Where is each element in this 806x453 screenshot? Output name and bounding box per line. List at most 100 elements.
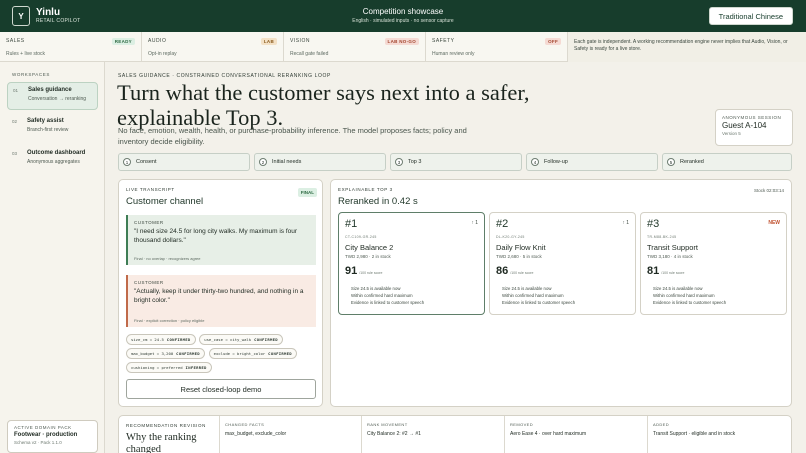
product-price: TWD 3,180 · 4 in stock bbox=[647, 254, 693, 259]
session-id: Guest A-104 bbox=[722, 121, 767, 130]
step-follow-up[interactable]: 4 Follow-up bbox=[526, 153, 658, 171]
sidebar-item-outcome-dashboard[interactable]: 03 Outcome dashboard Anonymous aggregate… bbox=[7, 146, 98, 174]
product-sku: DL-K20-GY-245 bbox=[496, 235, 525, 239]
chip-state: CONFIRMED bbox=[268, 351, 292, 356]
chip-state: CONFIRMED bbox=[176, 351, 200, 356]
chip-state: INFERRED bbox=[185, 365, 207, 370]
product-reasons: Size 24.5 is available now Within confir… bbox=[502, 285, 575, 306]
score-suffix: /100 rule score bbox=[510, 271, 534, 275]
reason-item: Within confirmed hard maximum bbox=[653, 293, 715, 298]
step-label: Follow-up bbox=[544, 159, 568, 165]
top3-title: Reranked in 0.42 s bbox=[338, 196, 418, 207]
revision-kicker: RECOMMENDATION REVISION bbox=[126, 423, 206, 428]
product-card[interactable]: #3 NEW TR-M88-BK-245 Transit Support TWD… bbox=[640, 212, 787, 315]
chip-fact: use_case = city_walk bbox=[204, 337, 252, 342]
fact-chip: exclude = bright_color CONFIRMED bbox=[208, 348, 297, 359]
revision-col-label: CHANGED FACTS bbox=[225, 422, 265, 427]
reason-item: Within confirmed hard maximum bbox=[351, 293, 413, 298]
product-reasons: Size 24.5 is available now Within confir… bbox=[653, 285, 726, 306]
nav-title: Safety assist bbox=[27, 118, 64, 124]
product-score: 81/100 rule score bbox=[647, 265, 684, 277]
nav-subtitle: Conversation → reranking bbox=[28, 96, 87, 102]
status-vision: VISION Recall gate failed LAB NO-GO bbox=[284, 32, 426, 62]
sidebar-item-sales-guidance[interactable]: 01 Sales guidance Conversation → reranki… bbox=[7, 82, 98, 110]
step-number: 1 bbox=[123, 158, 131, 166]
rank-up-indicator: ↑ 1 bbox=[622, 220, 629, 226]
message-speaker: CUSTOMER bbox=[134, 280, 164, 285]
product-rank: #2 bbox=[496, 218, 509, 230]
gate-note: Each gate is independent. A working reco… bbox=[568, 32, 806, 62]
pack-version: Schema v2 · Pack 1.1.0 bbox=[14, 440, 62, 445]
session-version: Version 5 bbox=[722, 131, 741, 136]
stock-timestamp: Stock 02:03:14 bbox=[753, 188, 784, 193]
top3-card: EXPLAINABLE TOP 3 Reranked in 0.42 s Sto… bbox=[330, 179, 792, 407]
product-rank: #1 bbox=[345, 218, 358, 230]
top-bar: Y Yinlu RETAIL COPILOT Competition showc… bbox=[0, 0, 806, 32]
nav-number: 01 bbox=[13, 88, 19, 93]
hero-headline: Turn what the customer says next into a … bbox=[117, 80, 530, 130]
step-top-3[interactable]: 3 Top 3 bbox=[390, 153, 522, 171]
status-badge: LAB NO-GO bbox=[384, 38, 419, 45]
page-title: Competition showcase bbox=[362, 7, 444, 16]
step-label: Top 3 bbox=[408, 159, 422, 165]
chip-fact: exclude = bright_color bbox=[213, 351, 266, 356]
reset-demo-button[interactable]: Reset closed-loop demo bbox=[126, 379, 316, 399]
nav-subtitle: Anonymous aggregates bbox=[27, 159, 80, 165]
product-score: 86/100 rule score bbox=[496, 265, 533, 277]
status-badge: LAB bbox=[260, 38, 277, 45]
product-rank: #3 bbox=[647, 218, 660, 230]
language-toggle-button[interactable]: Traditional Chinese bbox=[708, 7, 793, 25]
step-label: Consent bbox=[136, 159, 157, 165]
transcript-title: Customer channel bbox=[126, 196, 204, 207]
revision-added: ADDED Transit Support · eligible and in … bbox=[647, 416, 791, 453]
reason-item: Size 24.5 is available now bbox=[653, 286, 703, 291]
new-badge: NEW bbox=[768, 220, 780, 226]
product-reasons: Size 24.5 is available now Within confir… bbox=[351, 285, 424, 306]
step-number: 3 bbox=[395, 158, 403, 166]
status-safety: SAFETY Human review only OFF bbox=[426, 32, 568, 62]
nav-number: 03 bbox=[12, 151, 18, 156]
nav-title: Outcome dashboard bbox=[27, 150, 86, 156]
chip-fact: max_budget = 3,200 bbox=[131, 351, 174, 356]
step-label: Initial needs bbox=[272, 159, 302, 165]
step-number: 4 bbox=[531, 158, 539, 166]
reason-item: Evidence is linked to customer speech bbox=[653, 300, 727, 305]
pack-label: ACTIVE DOMAIN PACK bbox=[14, 425, 72, 430]
nav-subtitle: Branch-first review bbox=[27, 127, 69, 133]
transcript-message: CUSTOMER "I need size 24.5 for long city… bbox=[126, 215, 316, 265]
revision-col-label: ADDED bbox=[653, 422, 670, 427]
product-sku: TR-M88-BK-245 bbox=[647, 235, 677, 239]
product-price: TWD 2,680 · 5 in stock bbox=[496, 254, 542, 259]
product-price: TWD 2,980 · 2 in stock bbox=[345, 254, 391, 259]
step-reranked[interactable]: 5 Reranked bbox=[662, 153, 792, 171]
product-card[interactable]: #1 ↑ 1 CT-C109-GR-245 City Balance 2 TWD… bbox=[338, 212, 485, 315]
recommendation-revision: RECOMMENDATION REVISION Why the ranking … bbox=[118, 415, 792, 453]
fact-chip: max_budget = 3,200 CONFIRMED bbox=[126, 348, 205, 359]
product-score: 91/100 rule score bbox=[345, 265, 382, 277]
main-content: SALES GUIDANCE · CONSTRAINED CONVERSATIO… bbox=[105, 62, 806, 453]
transcript-kicker: LIVE TRANSCRIPT bbox=[126, 187, 175, 192]
status-sales: SALES Rules + live stock READY bbox=[0, 32, 142, 62]
status-audio: AUDIO Opt-in replay LAB bbox=[142, 32, 284, 62]
step-label: Reranked bbox=[680, 159, 704, 165]
product-name: Daily Flow Knit bbox=[496, 243, 546, 252]
chip-fact: cushioning = preferred bbox=[131, 365, 183, 370]
revision-col-value: max_budget, exclude_color bbox=[225, 431, 287, 437]
revision-col-label: REMOVED bbox=[510, 422, 534, 427]
message-meta: Final · explicit correction · policy eli… bbox=[134, 318, 205, 323]
sidebar: WORKSPACES 01 Sales guidance Conversatio… bbox=[0, 62, 105, 453]
sidebar-item-safety-assist[interactable]: 02 Safety assist Branch-first review bbox=[7, 114, 98, 142]
reason-item: Size 24.5 is available now bbox=[502, 286, 552, 291]
product-card[interactable]: #2 ↑ 1 DL-K20-GY-245 Daily Flow Knit TWD… bbox=[489, 212, 636, 315]
status-badge: READY bbox=[111, 38, 135, 45]
chip-state: CONFIRMED bbox=[166, 337, 191, 342]
score-suffix: /100 rule score bbox=[359, 271, 383, 275]
message-meta: Final · no overlap · recognizers agree bbox=[134, 256, 201, 261]
revision-col-label: RANK MOVEMENT bbox=[367, 422, 408, 427]
score-suffix: /100 rule score bbox=[661, 271, 685, 275]
revision-rank-movement: RANK MOVEMENT City Balance 2: #2 → #1 bbox=[361, 416, 504, 453]
fact-chips: size_cm = 24.5 CONFIRMED use_case = city_… bbox=[126, 334, 316, 376]
product-sku: CT-C109-GR-245 bbox=[345, 235, 377, 239]
step-initial-needs[interactable]: 2 Initial needs bbox=[254, 153, 386, 171]
step-consent[interactable]: 1 Consent bbox=[118, 153, 250, 171]
